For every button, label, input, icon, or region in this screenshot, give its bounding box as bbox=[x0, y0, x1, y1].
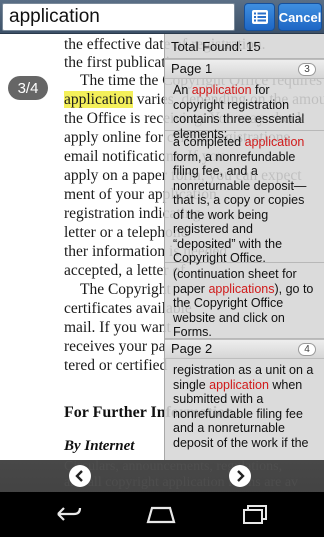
home-icon bbox=[146, 506, 176, 524]
chevron-right-icon bbox=[237, 470, 245, 482]
result-match: applications bbox=[208, 281, 275, 296]
result-item[interactable]: An application for copyright registratio… bbox=[165, 79, 324, 141]
doc-line: mail. If you want bbox=[64, 319, 171, 336]
result-count-badge: 4 bbox=[298, 343, 316, 356]
result-text: form, a nonrefundable filing fee, and a … bbox=[173, 149, 307, 266]
page-indicator: 3/4 bbox=[8, 76, 48, 100]
result-group-header[interactable]: Page 1 3 bbox=[165, 59, 324, 79]
result-match: application bbox=[209, 377, 269, 392]
doc-line: The Copyright bbox=[80, 281, 171, 298]
result-text: An bbox=[173, 83, 192, 97]
search-highlight: application bbox=[64, 91, 133, 108]
result-match: application bbox=[244, 135, 305, 149]
home-button[interactable] bbox=[144, 502, 178, 526]
doc-line: tered or certified bbox=[64, 357, 168, 374]
cancel-button[interactable]: Cancel bbox=[278, 3, 322, 31]
results-list-button[interactable] bbox=[244, 3, 275, 31]
back-button[interactable] bbox=[50, 502, 84, 526]
result-match: application bbox=[191, 83, 252, 97]
recents-button[interactable] bbox=[238, 502, 272, 526]
list-icon bbox=[251, 10, 268, 24]
next-result-button[interactable] bbox=[229, 465, 251, 487]
system-navigation-bar bbox=[0, 492, 324, 537]
result-item[interactable]: registration as a unit on a single appli… bbox=[165, 359, 324, 454]
back-icon bbox=[57, 507, 82, 521]
section-subheading: By Internet bbox=[64, 438, 135, 454]
doc-line: and all copyright application forms are … bbox=[64, 475, 299, 490]
result-text: a completed bbox=[173, 135, 245, 149]
search-results-panel: Total Found: 15 Page 1 3 An application … bbox=[164, 34, 324, 460]
recents-icon bbox=[243, 505, 267, 524]
prev-result-button[interactable] bbox=[69, 465, 91, 487]
page-navigation-bar: Circulars, announcements, regulations, a… bbox=[0, 459, 324, 492]
search-toolbar: application Cancel bbox=[0, 0, 324, 34]
page-label: Page 1 bbox=[171, 61, 213, 76]
result-count-badge: 3 bbox=[298, 63, 316, 76]
search-input[interactable]: application bbox=[2, 3, 235, 31]
chevron-left-icon bbox=[75, 470, 83, 482]
page-label: Page 2 bbox=[171, 341, 213, 356]
result-item[interactable]: a completed application form, a nonrefun… bbox=[165, 131, 324, 266]
result-group-header[interactable]: Page 2 4 bbox=[165, 339, 324, 359]
results-total: Total Found: 15 bbox=[165, 34, 324, 59]
result-item[interactable]: (continuation sheet for paper applicatio… bbox=[165, 263, 324, 339]
